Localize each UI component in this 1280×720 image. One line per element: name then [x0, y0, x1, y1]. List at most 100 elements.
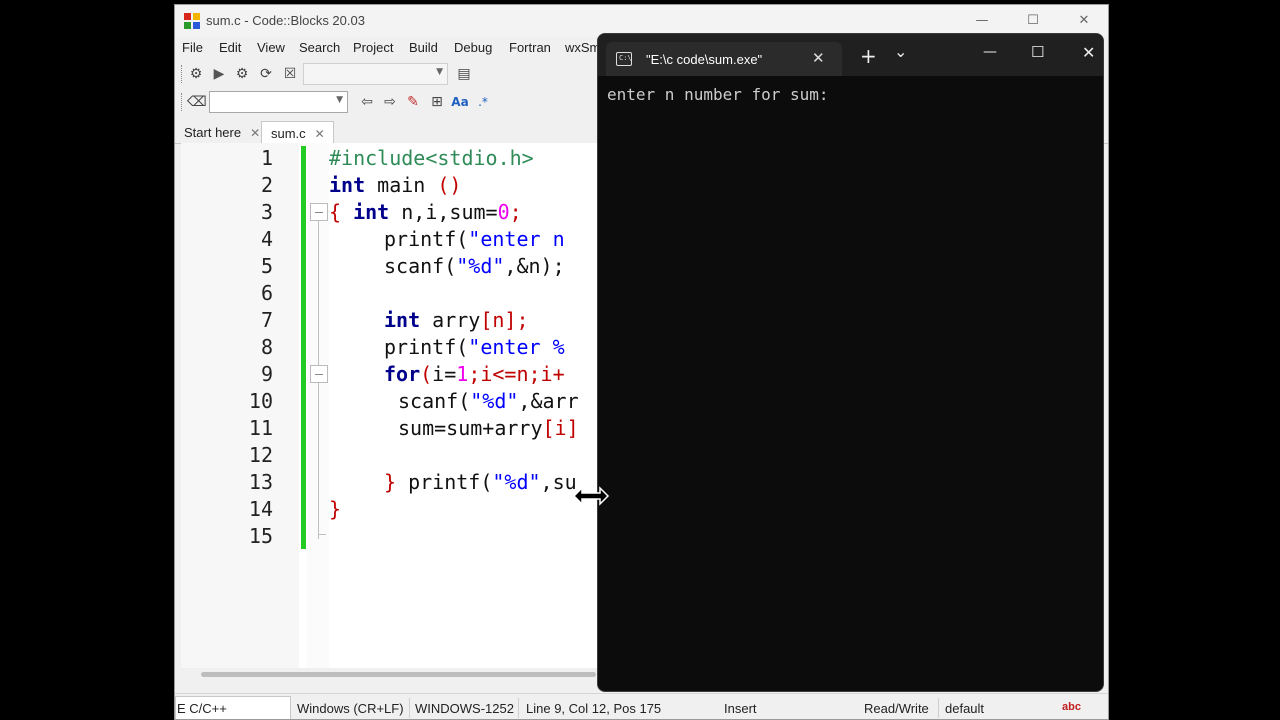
line-number: 15	[248, 524, 273, 548]
identifier: main	[365, 173, 438, 197]
build-gear-icon[interactable]: ⚙	[187, 65, 205, 83]
menu-project[interactable]: Project	[353, 40, 393, 55]
close-tab-icon[interactable]: ✕	[812, 49, 825, 67]
code-line-4: printf("enter n	[384, 226, 565, 253]
status-language: E C/C++	[177, 701, 227, 716]
clear-search-icon[interactable]: ⌫	[187, 93, 207, 111]
status-profile: default	[945, 701, 985, 716]
close-button[interactable]: ✕	[1082, 43, 1095, 62]
terminal-title-bar[interactable]: C:\ "E:\c code\sum.exe" ✕ + ⌄ — ☐ ✕	[598, 34, 1103, 76]
line-number: 5	[260, 254, 273, 278]
operator: [n];	[480, 308, 529, 332]
console-icon: C:\	[616, 52, 632, 66]
change-marker-bar	[301, 146, 306, 549]
line-number: 3	[260, 200, 273, 224]
function-call: printf(	[396, 470, 493, 494]
code-line-1: #include<stdio.h>	[329, 145, 534, 172]
preprocessor-directive: #include<stdio.h>	[329, 146, 534, 170]
match-case-icon[interactable]: Aa	[451, 93, 469, 111]
function-call: printf(	[384, 227, 469, 251]
window-title: sum.c - Code::Blocks 20.03	[206, 13, 365, 28]
build-and-run-icon[interactable]: ⚙	[233, 65, 251, 83]
operator: [i]	[542, 416, 579, 440]
find-previous-icon[interactable]: ⇦	[358, 93, 376, 111]
close-button[interactable]: ✕	[1069, 11, 1099, 31]
expression: sum=sum+arry	[398, 416, 543, 440]
brace: {	[329, 200, 342, 224]
show-target-dialog-icon[interactable]: ▤	[455, 65, 473, 83]
code-editor[interactable]: 1 2 3 4 5 6 7 8 9 10 11 12 13 14 15 #inc…	[181, 143, 601, 668]
code-line-8: printf("enter %	[384, 334, 565, 361]
minimize-button[interactable]: —	[967, 11, 997, 31]
line-number: 8	[260, 335, 273, 359]
minimize-button[interactable]: —	[983, 44, 997, 60]
status-separator	[938, 698, 939, 718]
terminal-window: C:\ "E:\c code\sum.exe" ✕ + ⌄ — ☐ ✕ ente…	[597, 33, 1104, 692]
codeblocks-logo-icon	[184, 13, 200, 29]
code-line-14: }	[329, 496, 341, 523]
menu-build[interactable]: Build	[409, 40, 438, 55]
regex-icon[interactable]: .*	[474, 93, 492, 111]
resize-cursor-icon	[572, 486, 610, 506]
line-number: 13	[248, 470, 273, 494]
run-icon[interactable]: ▶	[210, 65, 228, 83]
tab-start-here[interactable]: Start here ✕	[175, 121, 268, 144]
status-separator	[409, 698, 410, 718]
menu-file[interactable]: File	[182, 40, 203, 55]
line-number: 14	[248, 497, 273, 521]
menu-fortran[interactable]: Fortran	[509, 40, 551, 55]
operator: ;i<=n;i+	[468, 362, 565, 386]
toolbar-grip-2[interactable]	[181, 93, 184, 111]
string-literal: "enter %	[468, 335, 565, 359]
keyword: int	[384, 308, 421, 332]
selected-text-only-icon[interactable]: ⊞	[428, 93, 446, 111]
close-tab-icon[interactable]: ✕	[315, 127, 325, 141]
line-number: 9	[260, 362, 273, 386]
terminal-tab[interactable]: C:\ "E:\c code\sum.exe" ✕	[606, 42, 842, 76]
build-target-select[interactable]: ▼	[303, 63, 448, 85]
operator: ()	[437, 173, 462, 197]
identifier: n,i,sum=	[389, 200, 498, 224]
tab-sum-c[interactable]: sum.c ✕	[261, 121, 334, 144]
highlight-icon[interactable]: ✎	[404, 93, 422, 111]
menu-wxsmith[interactable]: wxSm	[565, 40, 600, 55]
menu-view[interactable]: View	[257, 40, 285, 55]
code-line-3: { int n,i,sum=0;	[329, 199, 522, 226]
menu-debug[interactable]: Debug	[454, 40, 492, 55]
fold-toggle-icon[interactable]	[310, 203, 328, 221]
status-access: Read/Write	[864, 701, 929, 716]
find-next-icon[interactable]: ⇨	[381, 93, 399, 111]
line-number: 11	[248, 416, 273, 440]
new-tab-icon[interactable]: +	[860, 44, 877, 68]
maximize-button[interactable]: ☐	[1031, 43, 1044, 61]
abort-icon[interactable]: ☒	[281, 65, 299, 83]
menu-search[interactable]: Search	[299, 40, 340, 55]
scrollbar-thumb[interactable]	[201, 672, 596, 677]
search-input[interactable]: ▼	[209, 91, 348, 113]
status-line-endings: Windows (CR+LF)	[297, 701, 404, 716]
toolbar-grip[interactable]	[181, 65, 184, 83]
status-position: Line 9, Col 12, Pos 175	[526, 701, 662, 716]
spellcheck-icon[interactable]: abc	[1062, 701, 1081, 713]
terminal-output[interactable]: enter n number for sum:	[607, 85, 829, 104]
maximize-button[interactable]: ☐	[1018, 11, 1048, 31]
tab-sum-c-label: sum.c	[271, 126, 306, 141]
status-bar: E C/C++ Windows (CR+LF) WINDOWS-1252 Lin…	[175, 693, 1108, 719]
brace: }	[384, 470, 397, 494]
line-number: 10	[248, 389, 273, 413]
function-call: scanf(	[398, 389, 471, 413]
line-number: 6	[260, 281, 273, 305]
function-call: scanf(	[384, 254, 457, 278]
close-tab-icon[interactable]: ✕	[250, 126, 260, 140]
chevron-down-icon[interactable]: ⌄	[894, 42, 907, 61]
menu-edit[interactable]: Edit	[219, 40, 241, 55]
identifier: i=	[432, 362, 457, 386]
fold-toggle-icon[interactable]	[310, 365, 328, 383]
horizontal-scrollbar[interactable]	[201, 671, 601, 679]
operator: (	[420, 362, 433, 386]
number: 1	[456, 362, 469, 386]
line-number: 7	[260, 308, 273, 332]
rebuild-icon[interactable]: ⟳	[257, 65, 275, 83]
line-number: 2	[260, 173, 273, 197]
keyword: for	[384, 362, 421, 386]
